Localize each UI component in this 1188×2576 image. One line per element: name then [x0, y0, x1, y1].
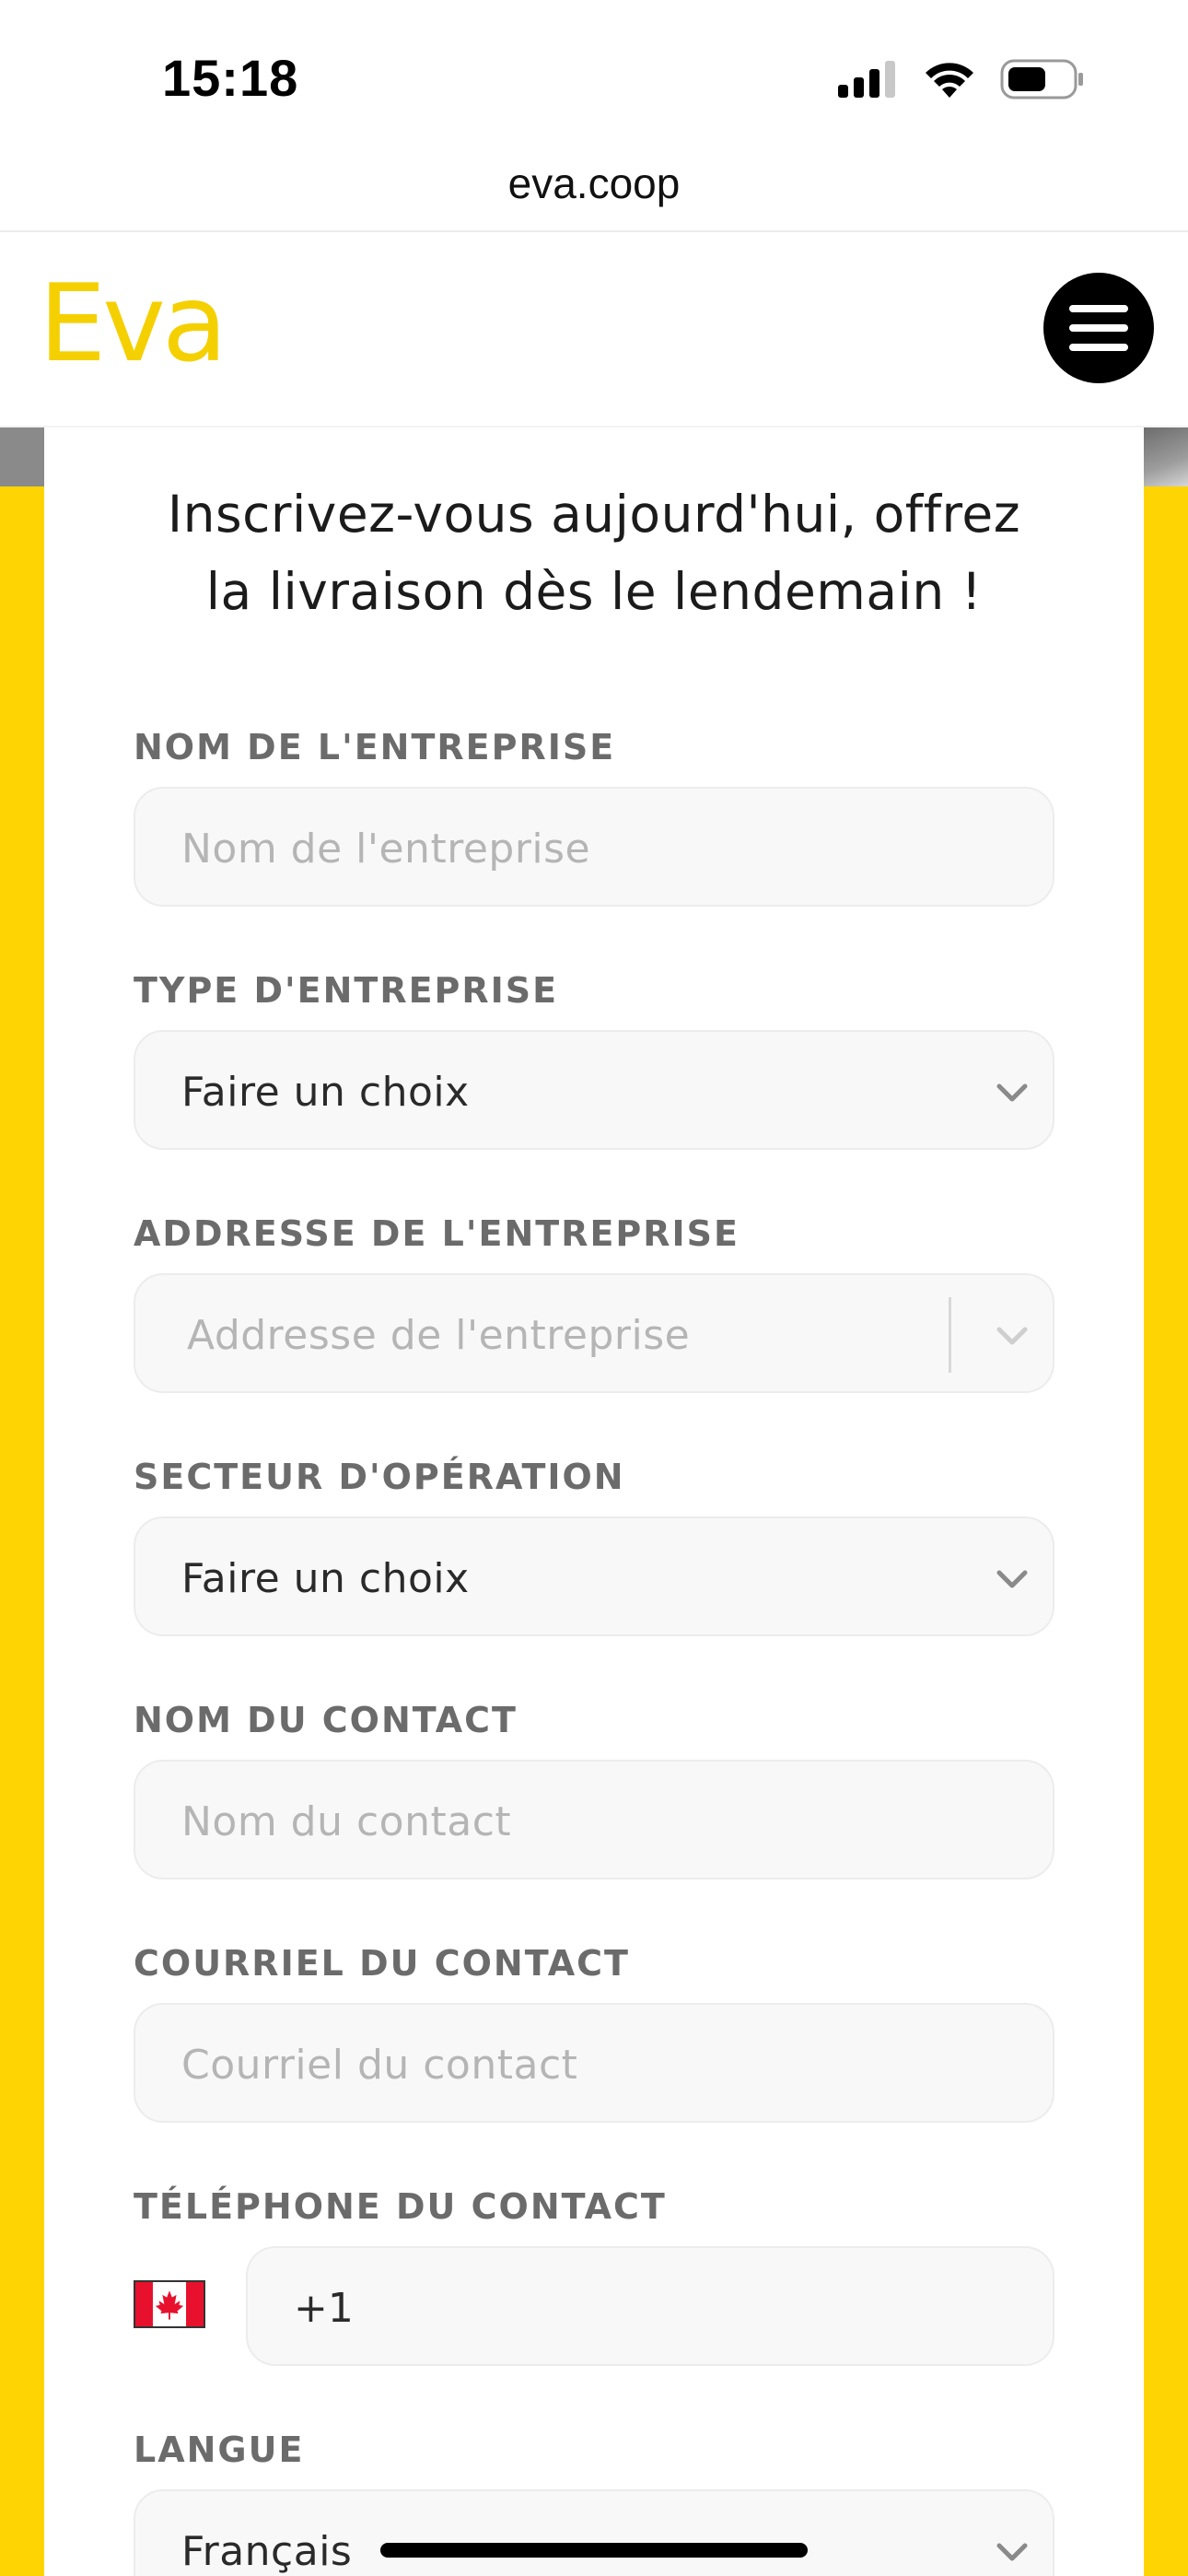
wifi-icon: [926, 63, 973, 98]
combobox-separator: [949, 1297, 951, 1373]
chevron-down-icon[interactable]: [992, 1316, 1032, 1356]
contact-name-input[interactable]: Nom du contact: [134, 1760, 1054, 1879]
chevron-down-icon: [996, 1083, 1028, 1102]
url-text[interactable]: eva.coop: [0, 158, 1188, 208]
contact-email-placeholder: Courriel du contact: [181, 2042, 578, 2089]
company-address-combobox[interactable]: Addresse de l'entreprise: [134, 1273, 1054, 1393]
yellow-band-right: [1144, 427, 1188, 2576]
form-title: Inscrivez-vous aujourd'hui, offrez la li…: [127, 475, 1061, 630]
contact-name-label: NOM DU CONTACT: [134, 1700, 518, 1740]
sector-label: SECTEUR D'OPÉRATION: [134, 1457, 625, 1497]
language-value: Français: [181, 2528, 353, 2575]
company-address-placeholder: Addresse de l'entreprise: [187, 1312, 691, 1359]
sector-select[interactable]: Faire un choix: [134, 1516, 1054, 1636]
language-label: LANGUE: [134, 2430, 305, 2470]
company-type-select[interactable]: Faire un choix: [134, 1030, 1054, 1150]
site-header: Eva: [0, 232, 1188, 427]
hamburger-menu-icon[interactable]: [1043, 273, 1154, 383]
company-type-label: TYPE D'ENTREPRISE: [134, 970, 559, 1011]
company-type-value: Faire un choix: [181, 1069, 470, 1116]
battery-icon: [1000, 59, 1083, 100]
signup-form-card: Inscrivez-vous aujourd'hui, offrez la li…: [44, 427, 1144, 2576]
yellow-band-left: [0, 427, 44, 2576]
chevron-down-icon: [996, 2543, 1028, 2561]
eva-logo[interactable]: Eva: [39, 271, 227, 378]
contact-name-placeholder: Nom du contact: [181, 1798, 512, 1845]
company-name-input[interactable]: Nom de l'entreprise: [134, 787, 1054, 907]
chevron-down-icon: [996, 1570, 1028, 1588]
form-title-line-1: Inscrivez-vous aujourd'hui, offrez: [167, 485, 1021, 544]
contact-phone-value: +1: [294, 2285, 354, 2332]
status-icons: [838, 59, 1085, 100]
sector-value: Faire un choix: [181, 1555, 470, 1602]
status-time: 15:18: [162, 49, 299, 107]
home-indicator[interactable]: [380, 2543, 808, 2558]
background-image-strip-left: [0, 427, 44, 486]
cellular-signal-icon: [838, 61, 895, 98]
contact-phone-label: TÉLÉPHONE DU CONTACT: [134, 2186, 667, 2227]
browser-url-bar[interactable]: eva.coop: [0, 157, 1188, 232]
form-title-line-2: la livraison dès le lendemain !: [205, 562, 983, 621]
canada-flag-icon[interactable]: [134, 2280, 205, 2328]
company-name-label: NOM DE L'ENTREPRISE: [134, 727, 616, 767]
company-name-placeholder: Nom de l'entreprise: [181, 825, 591, 872]
company-address-label: ADDRESSE DE L'ENTREPRISE: [134, 1213, 740, 1254]
language-select[interactable]: Français: [134, 2489, 1054, 2576]
background-image-strip-right: [1144, 427, 1188, 486]
contact-email-input[interactable]: Courriel du contact: [134, 2003, 1054, 2123]
contact-email-label: COURRIEL DU CONTACT: [134, 1943, 630, 1984]
contact-phone-input[interactable]: +1: [246, 2246, 1054, 2366]
status-bar: 15:18: [0, 0, 1188, 157]
